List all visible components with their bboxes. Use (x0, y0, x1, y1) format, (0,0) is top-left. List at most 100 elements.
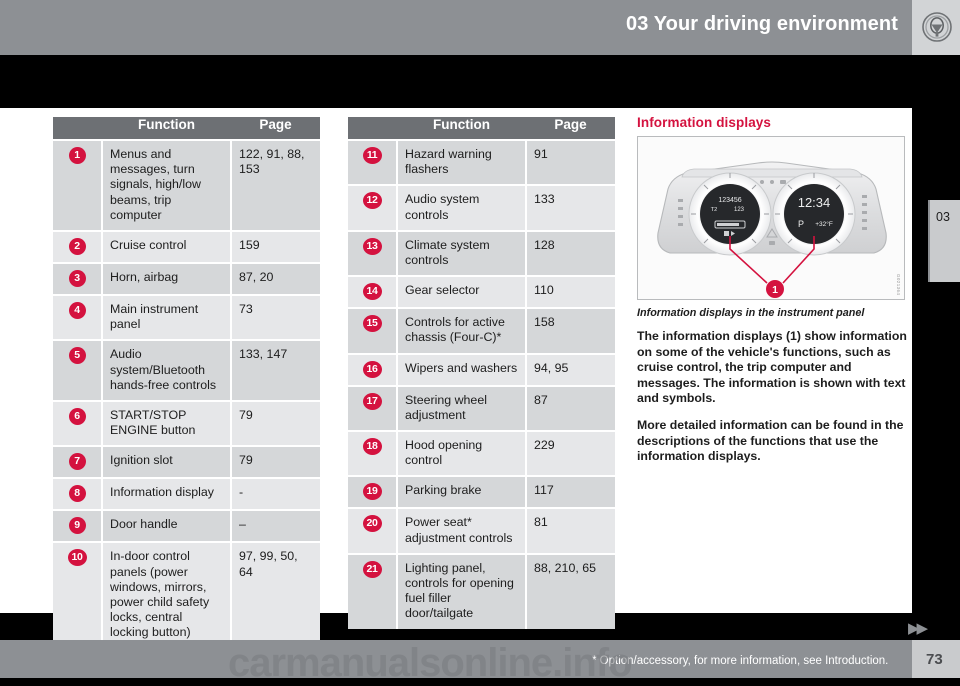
function-cell: Main instrument panel (102, 294, 232, 341)
manual-page: 03 Your driving environment Instruments … (0, 0, 960, 685)
information-displays-heading: Information displays (637, 115, 772, 130)
cluster-visor (681, 168, 863, 178)
function-cell: Lighting panel, controls for opening fue… (397, 552, 527, 629)
table-row: 16 Wipers and washers 94, 95 (348, 352, 615, 386)
gear-hint: T2 (711, 207, 717, 213)
temperature-value: +32°F (815, 220, 833, 228)
table-row: 18 Hood opening control 229 (348, 430, 615, 477)
table-row: 13 Climate system controls 128 (348, 229, 615, 277)
row-number-cell: 15 (348, 307, 398, 354)
function-cell: Cruise control (102, 230, 232, 264)
function-reference-table-middle: Function Page 11 Hazard warning flashers 9… (348, 117, 615, 629)
clock-value: 12:34 (798, 195, 831, 210)
chapter-title: 03 Your driving environment (625, 13, 898, 35)
row-number-cell: 20 (348, 507, 398, 554)
page-cell: 229 (526, 430, 615, 477)
row-number-cell: 21 (348, 552, 398, 629)
table-header-row: Function Page (53, 117, 320, 140)
function-cell: Steering wheel adjustment (397, 384, 527, 432)
callout-bullet: 17 (362, 392, 382, 410)
function-cell: Horn, airbag (102, 262, 232, 296)
column-header-page: Page (526, 117, 615, 140)
volvo-emblem-icon (922, 12, 952, 42)
callout-bullet: 15 (362, 315, 382, 333)
next-page-arrows-icon[interactable]: ▶▶ (908, 619, 928, 637)
row-number-cell: 14 (348, 275, 398, 309)
function-cell: START/STOP ENGINE button (102, 400, 232, 447)
callout-bullet: 9 (68, 517, 86, 535)
page-number-container: 73 (912, 640, 960, 678)
callout-bullet: 21 (362, 560, 382, 578)
function-cell: Door handle (102, 509, 232, 543)
row-number-cell: 6 (53, 400, 103, 447)
row-number-cell: 19 (348, 475, 398, 509)
callout-bullet: 13 (362, 237, 382, 255)
function-cell: In-door control panels (power windows, m… (102, 541, 232, 648)
table-row: 15 Controls for active chassis (Four-C)* 1… (348, 307, 615, 354)
function-cell: Audio system/Bluetooth hands-free contro… (102, 339, 232, 402)
callout-bullet: 3 (68, 270, 86, 288)
row-number-cell: 1 (53, 138, 103, 232)
instrument-cluster-illustration: 123456 123 T2 12:34 P +32°F 1 (638, 137, 904, 299)
table-row: 3 Horn, airbag 87, 20 (53, 262, 320, 296)
function-cell: Ignition slot (102, 445, 232, 479)
table-row: 17 Steering wheel adjustment 87 (348, 384, 615, 432)
table-row: 4 Main instrument panel 73 (53, 294, 320, 341)
function-cell: Audio system controls (397, 184, 527, 231)
row-number-cell: 13 (348, 229, 398, 277)
function-cell: Information display (102, 477, 232, 511)
table-row: 11 Hazard warning flashers 91 (348, 138, 615, 186)
callout-bullet: 7 (68, 453, 86, 471)
figure-caption: Information displays in the instrument p… (637, 307, 865, 319)
function-cell: Wipers and washers (397, 352, 527, 386)
callout-bullet: 6 (68, 408, 86, 426)
column-header-function: Function (397, 117, 526, 140)
row-number-cell: 11 (348, 138, 398, 186)
column-header-page: Page (231, 117, 320, 140)
chapter-side-tab-label: 03 (936, 210, 950, 224)
function-cell: Hazard warning flashers (397, 138, 527, 186)
section-header-band: Instruments and controls (0, 55, 960, 145)
function-reference-table-left: Function Page 1 Menus and messages, turn … (53, 117, 320, 648)
column-header-function: Function (102, 117, 231, 140)
function-cell: Menus and messages, turn signals, high/l… (102, 138, 232, 232)
page-cell: 94, 95 (526, 352, 615, 386)
page-cell: 128 (526, 229, 615, 277)
callout-bullet: 14 (362, 283, 382, 301)
table-row: 9 Door handle – (53, 509, 320, 543)
callout-bullet: 8 (68, 485, 86, 503)
callout-bullet: 1 (68, 147, 86, 164)
right-column: Information displays 123456 123 T2 12:34… (637, 115, 909, 476)
function-cell: Power seat* adjustment controls (397, 507, 527, 554)
page-cell: 158 (526, 307, 615, 354)
page-cell: 117 (526, 475, 615, 509)
page-cell: 79 (231, 445, 320, 479)
page-cell: 133 (526, 184, 615, 231)
table-row: 7 Ignition slot 79 (53, 445, 320, 479)
page-cell: 110 (526, 275, 615, 309)
function-cell: Gear selector (397, 275, 527, 309)
table-row: 20 Power seat* adjustment controls 81 (348, 507, 615, 554)
page-cell: 133, 147 (231, 339, 320, 402)
row-number-cell: 9 (53, 509, 103, 543)
table-row: 10 In-door control panels (power windows,… (53, 541, 320, 648)
trip-value: 123 (734, 207, 745, 213)
row-number-cell: 12 (348, 184, 398, 231)
table-row: 21 Lighting panel, controls for opening f… (348, 552, 615, 629)
page-cell: 88, 210, 65 (526, 552, 615, 629)
body-paragraph-2: More detailed information can be found i… (637, 417, 904, 464)
page-cell: 87 (526, 384, 615, 432)
row-number-cell: 3 (53, 262, 103, 296)
row-number-cell: 8 (53, 477, 103, 511)
page-cell: 122, 91, 88, 153 (231, 138, 320, 232)
callout-bullet: 4 (68, 302, 86, 320)
odometer-value: 123456 (718, 197, 741, 204)
callout-bullet: 18 (362, 438, 382, 456)
function-cell: Climate system controls (397, 229, 527, 277)
chapter-banner: 03 Your driving environment (0, 0, 912, 55)
table-row: 6 START/STOP ENGINE button 79 (53, 400, 320, 447)
function-cell: Controls for active chassis (Four-C)* (397, 307, 527, 354)
page-cell: – (231, 509, 320, 543)
page-number: 73 (926, 651, 943, 668)
table-row: 12 Audio system controls 133 (348, 184, 615, 231)
